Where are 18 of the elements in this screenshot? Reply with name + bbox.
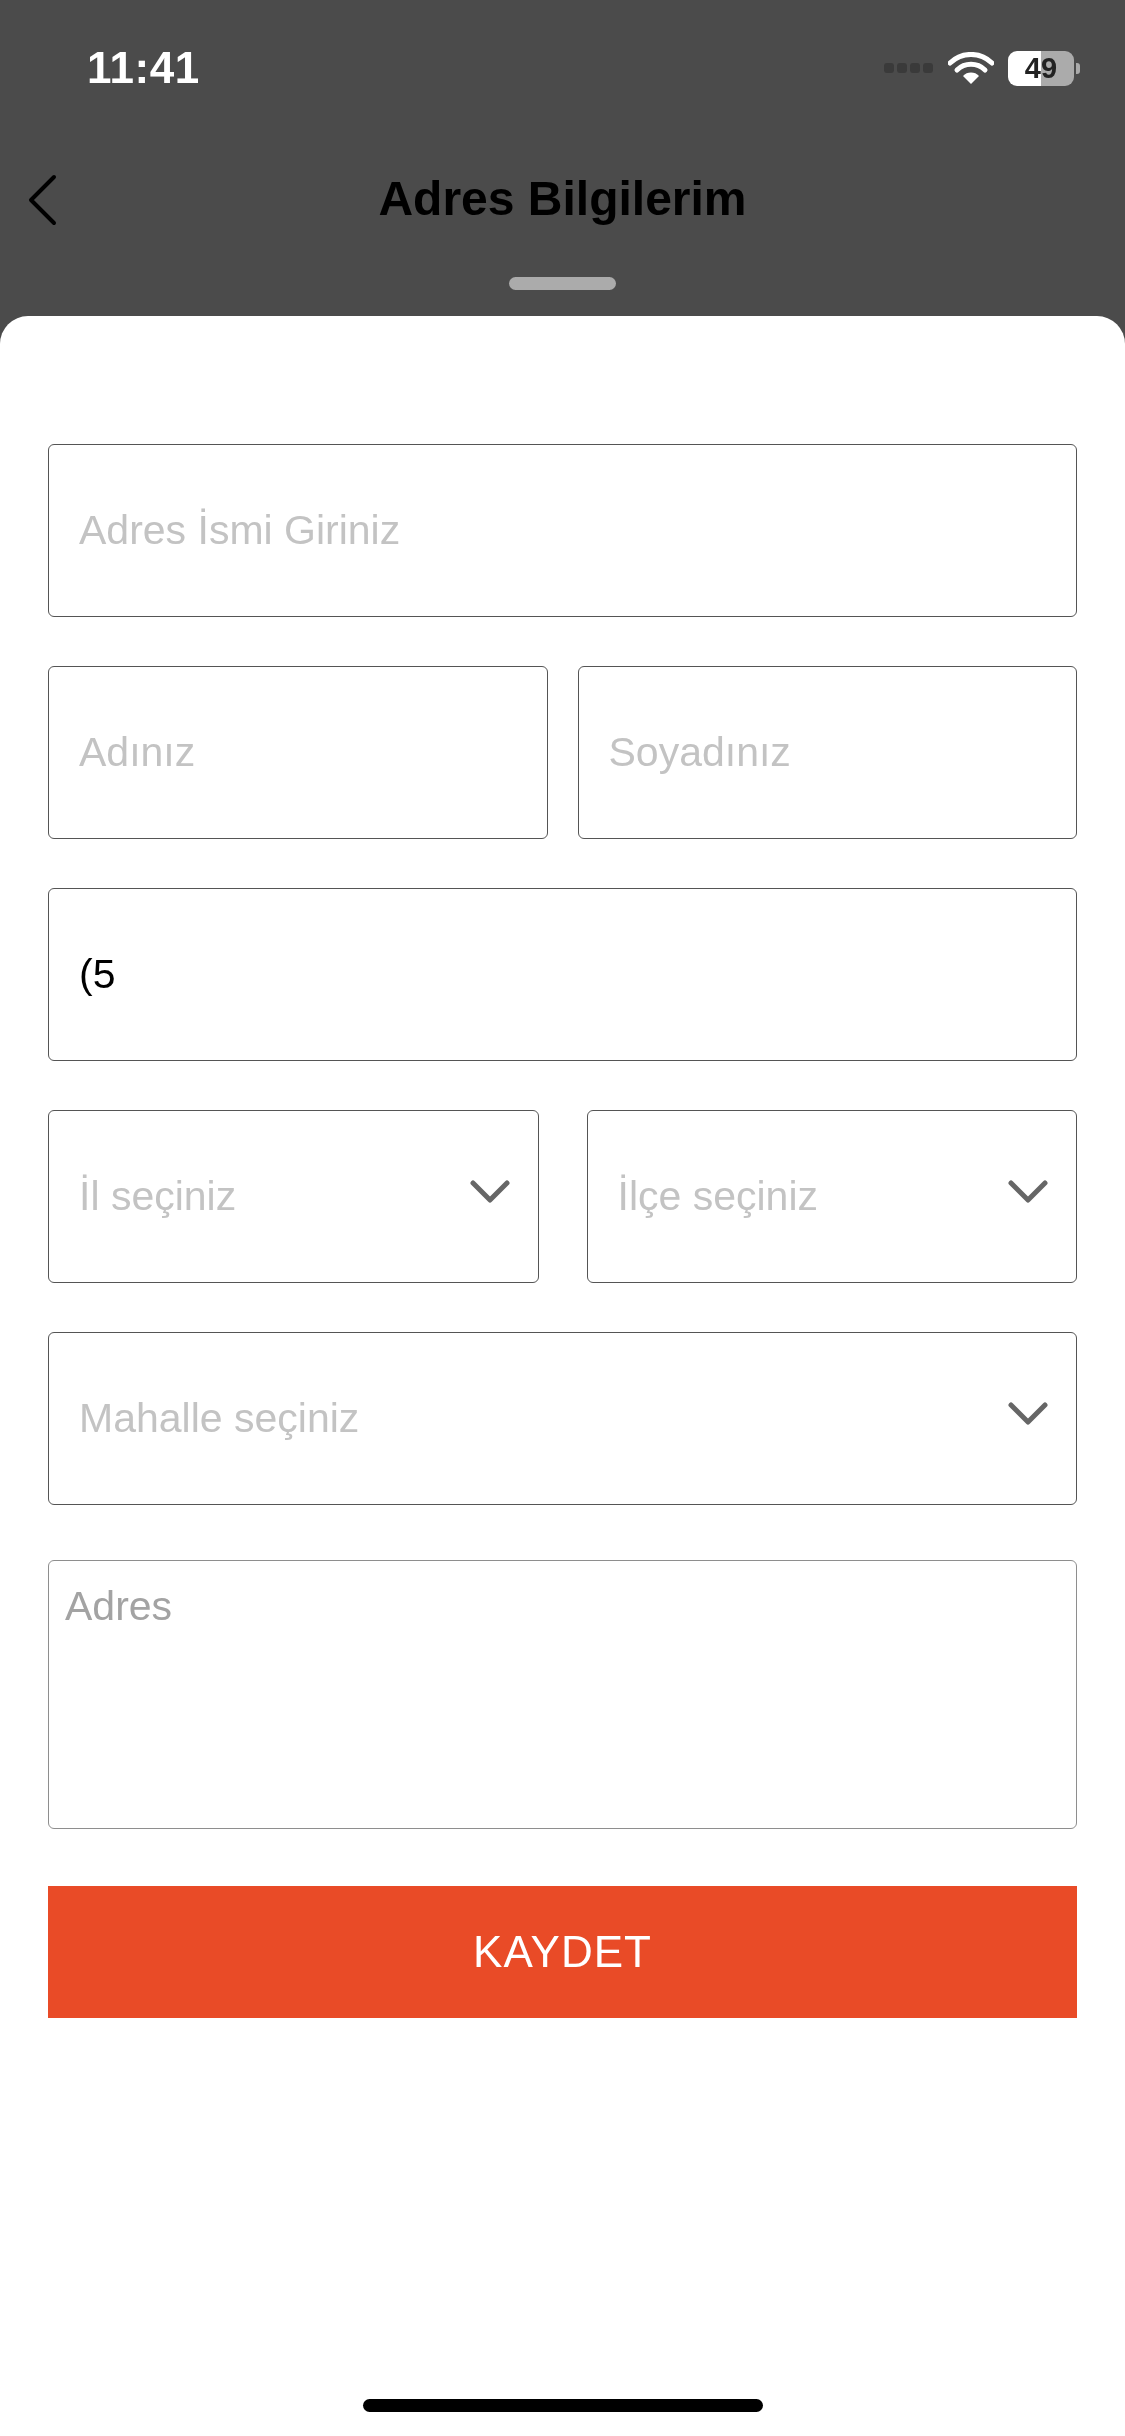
battery-indicator: 49 [1008, 50, 1080, 86]
back-icon[interactable] [27, 174, 57, 226]
sheet-grabber[interactable] [509, 277, 616, 290]
save-button[interactable]: KAYDET [48, 1886, 1077, 2018]
chevron-down-icon [469, 1179, 510, 1204]
chevron-down-icon [1008, 1401, 1048, 1426]
chevron-down-icon [1008, 1179, 1048, 1204]
dropdown-field[interactable]: İl seçiniz [48, 1110, 539, 1283]
input-field[interactable]: Adres İsmi Giriniz [48, 444, 1077, 617]
page-title: Adres Bilgilerim [378, 170, 747, 226]
status-time: 11:41 [87, 43, 200, 93]
dropdown-field[interactable]: İlçe seçiniz [586, 1110, 1077, 1283]
dropdown-field[interactable]: Mahalle seçiniz [48, 1332, 1077, 1505]
input-field[interactable]: Soyadınız [577, 666, 1077, 839]
address-text-area[interactable]: Adres [48, 1560, 1077, 1829]
input-field[interactable]: Adınız [48, 666, 548, 839]
input-field[interactable]: (5 [48, 888, 1077, 1061]
wifi-icon [948, 51, 994, 85]
